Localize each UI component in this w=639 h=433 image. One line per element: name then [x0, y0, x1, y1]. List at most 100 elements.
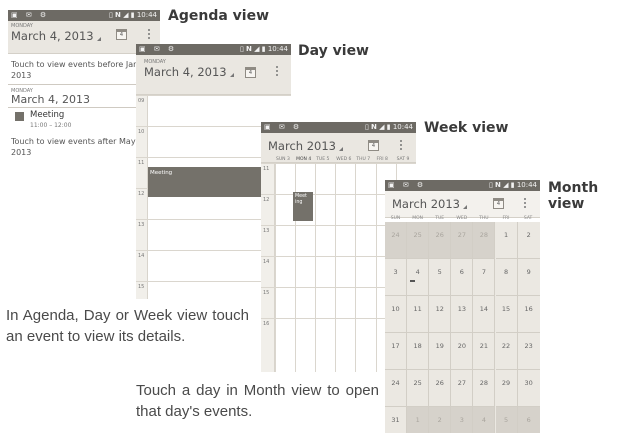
- month-day-cell[interactable]: 16: [517, 296, 540, 333]
- day-header: SUN 3: [276, 157, 290, 162]
- month-day-cell[interactable]: 24: [385, 222, 408, 259]
- month-day-cell[interactable]: 26: [429, 222, 452, 259]
- month-day-cell[interactable]: 2: [517, 222, 540, 259]
- date-selector[interactable]: March 4, 2013: [144, 65, 234, 79]
- month-day-cell[interactable]: 1: [407, 407, 430, 433]
- app-bar: March 2013 4: [385, 191, 540, 218]
- week-event[interactable]: Meet ing: [293, 192, 313, 221]
- month-day-cell[interactable]: 31: [385, 407, 408, 433]
- month-day-cell[interactable]: 15: [495, 296, 518, 333]
- month-day-cell[interactable]: 20: [451, 333, 474, 370]
- hour-label: 09: [138, 98, 145, 104]
- status-icons: ▯ N ◢ ▮ 10:44: [108, 11, 157, 19]
- month-day-cell[interactable]: 2: [429, 407, 452, 433]
- overflow-menu-icon[interactable]: [400, 140, 403, 152]
- app-bar: MONDAY March 4, 2013 4: [136, 55, 291, 95]
- month-day-cell[interactable]: 7: [473, 259, 496, 296]
- month-day-cell[interactable]: 5: [495, 407, 518, 433]
- month-day-cell[interactable]: 23: [517, 333, 540, 370]
- month-day-cell[interactable]: 8: [495, 259, 518, 296]
- month-day-cell[interactable]: 24: [385, 370, 408, 407]
- label-agenda-view: Agenda view: [168, 8, 270, 24]
- network-indicator: N: [371, 123, 377, 131]
- hour-label: 11: [138, 160, 145, 166]
- month-day-cell[interactable]: 27: [451, 370, 474, 407]
- notification-icons: ▣ ✉ ⚙: [11, 11, 50, 19]
- month-day-cell[interactable]: 29: [495, 370, 518, 407]
- hour-line: [261, 163, 416, 164]
- status-time: 10:44: [392, 123, 413, 131]
- overflow-menu-icon[interactable]: [276, 66, 279, 78]
- go-to-today-icon[interactable]: 4: [368, 140, 379, 151]
- network-indicator: N: [246, 45, 252, 53]
- dropdown-caret-icon: [462, 205, 467, 209]
- hour-label: 15: [138, 284, 145, 290]
- overflow-menu-icon[interactable]: [524, 198, 527, 210]
- month-day-cell[interactable]: 3: [385, 259, 408, 296]
- label-day-view: Day view: [298, 43, 369, 59]
- hour-label: 14: [263, 259, 270, 265]
- overflow-menu-icon[interactable]: [148, 29, 151, 41]
- month-day-cell[interactable]: 14: [473, 296, 496, 333]
- status-bar: ▣ ✉ ⚙ ▯ N ◢ ▮ 10:44: [8, 10, 160, 21]
- month-day-cell[interactable]: 3: [451, 407, 474, 433]
- dropdown-caret-icon: [338, 147, 343, 151]
- month-day-cell[interactable]: 6: [451, 259, 474, 296]
- dropdown-caret-icon: [229, 73, 234, 77]
- weekday-label: FRI: [502, 216, 510, 221]
- hour-label: 15: [263, 290, 270, 296]
- month-day-cell[interactable]: 21: [473, 333, 496, 370]
- day-header: WED 6: [336, 157, 352, 162]
- date-selector[interactable]: March 2013: [268, 139, 343, 153]
- month-day-cell[interactable]: 11: [407, 296, 430, 333]
- month-day-cell[interactable]: 28: [473, 370, 496, 407]
- go-to-today-icon[interactable]: 4: [116, 29, 127, 40]
- month-day-cell[interactable]: 17: [385, 333, 408, 370]
- event-time: 11:00 – 12:00: [30, 122, 72, 129]
- event-color-swatch: [15, 112, 24, 121]
- month-day-cell[interactable]: 13: [451, 296, 474, 333]
- month-day-cell[interactable]: 4: [473, 407, 496, 433]
- day-header: MON 4: [296, 157, 312, 162]
- month-day-cell[interactable]: 26: [429, 370, 452, 407]
- month-day-cell[interactable]: 25: [407, 222, 430, 259]
- day-header: FRI 8: [376, 157, 388, 162]
- weekday-label: SAT: [523, 216, 533, 221]
- status-icons: ▯ N ◢ ▮ 10:44: [364, 123, 413, 131]
- weekday-label: WED: [456, 216, 468, 221]
- view-later-events[interactable]: Touch to view events after May 2013: [11, 136, 141, 158]
- event-title: Meet ing: [295, 194, 307, 205]
- month-day-cell[interactable]: 4: [407, 259, 430, 296]
- header-date: March 4, 2013: [144, 65, 227, 79]
- status-bar: ▣ ✉ ⚙ ▯ N ◢ ▮ 10:44: [385, 180, 540, 191]
- month-day-cell[interactable]: 6: [517, 407, 540, 433]
- month-day-cell[interactable]: 10: [385, 296, 408, 333]
- weekday-label: MON: [412, 216, 423, 221]
- month-day-cell[interactable]: 30: [517, 370, 540, 407]
- month-view-screenshot: ▣ ✉ ⚙ ▯ N ◢ ▮ 10:44 March 2013 4 SUN MON T…: [385, 180, 540, 433]
- month-day-cell[interactable]: 18: [407, 333, 430, 370]
- month-day-cell[interactable]: 28: [473, 222, 496, 259]
- date-selector[interactable]: March 2013: [392, 197, 467, 211]
- network-indicator: N: [495, 181, 501, 189]
- month-day-cell[interactable]: 22: [495, 333, 518, 370]
- hour-label: 14: [138, 253, 145, 259]
- month-day-cell[interactable]: 9: [517, 259, 540, 296]
- notification-icons: ▣ ✉ ⚙: [139, 45, 178, 53]
- weekday-label: SUN: [390, 216, 401, 221]
- month-day-cell[interactable]: 25: [407, 370, 430, 407]
- hour-label: 10: [138, 129, 145, 135]
- header-date: March 2013: [268, 139, 336, 153]
- month-day-cell[interactable]: 27: [451, 222, 474, 259]
- month-day-cell[interactable]: 5: [429, 259, 452, 296]
- status-bar: ▣ ✉ ⚙ ▯ N ◢ ▮ 10:44: [136, 44, 291, 55]
- month-day-cell[interactable]: 19: [429, 333, 452, 370]
- month-day-cell[interactable]: 12: [429, 296, 452, 333]
- status-bar: ▣ ✉ ⚙ ▯ N ◢ ▮ 10:44: [261, 122, 416, 133]
- month-day-cell[interactable]: 1: [495, 222, 518, 259]
- hour-label: 11: [263, 166, 270, 172]
- go-to-today-icon[interactable]: 4: [493, 198, 504, 209]
- date-selector[interactable]: March 4, 2013: [11, 29, 101, 43]
- hour-label: 16: [263, 321, 270, 327]
- go-to-today-icon[interactable]: 4: [245, 67, 256, 78]
